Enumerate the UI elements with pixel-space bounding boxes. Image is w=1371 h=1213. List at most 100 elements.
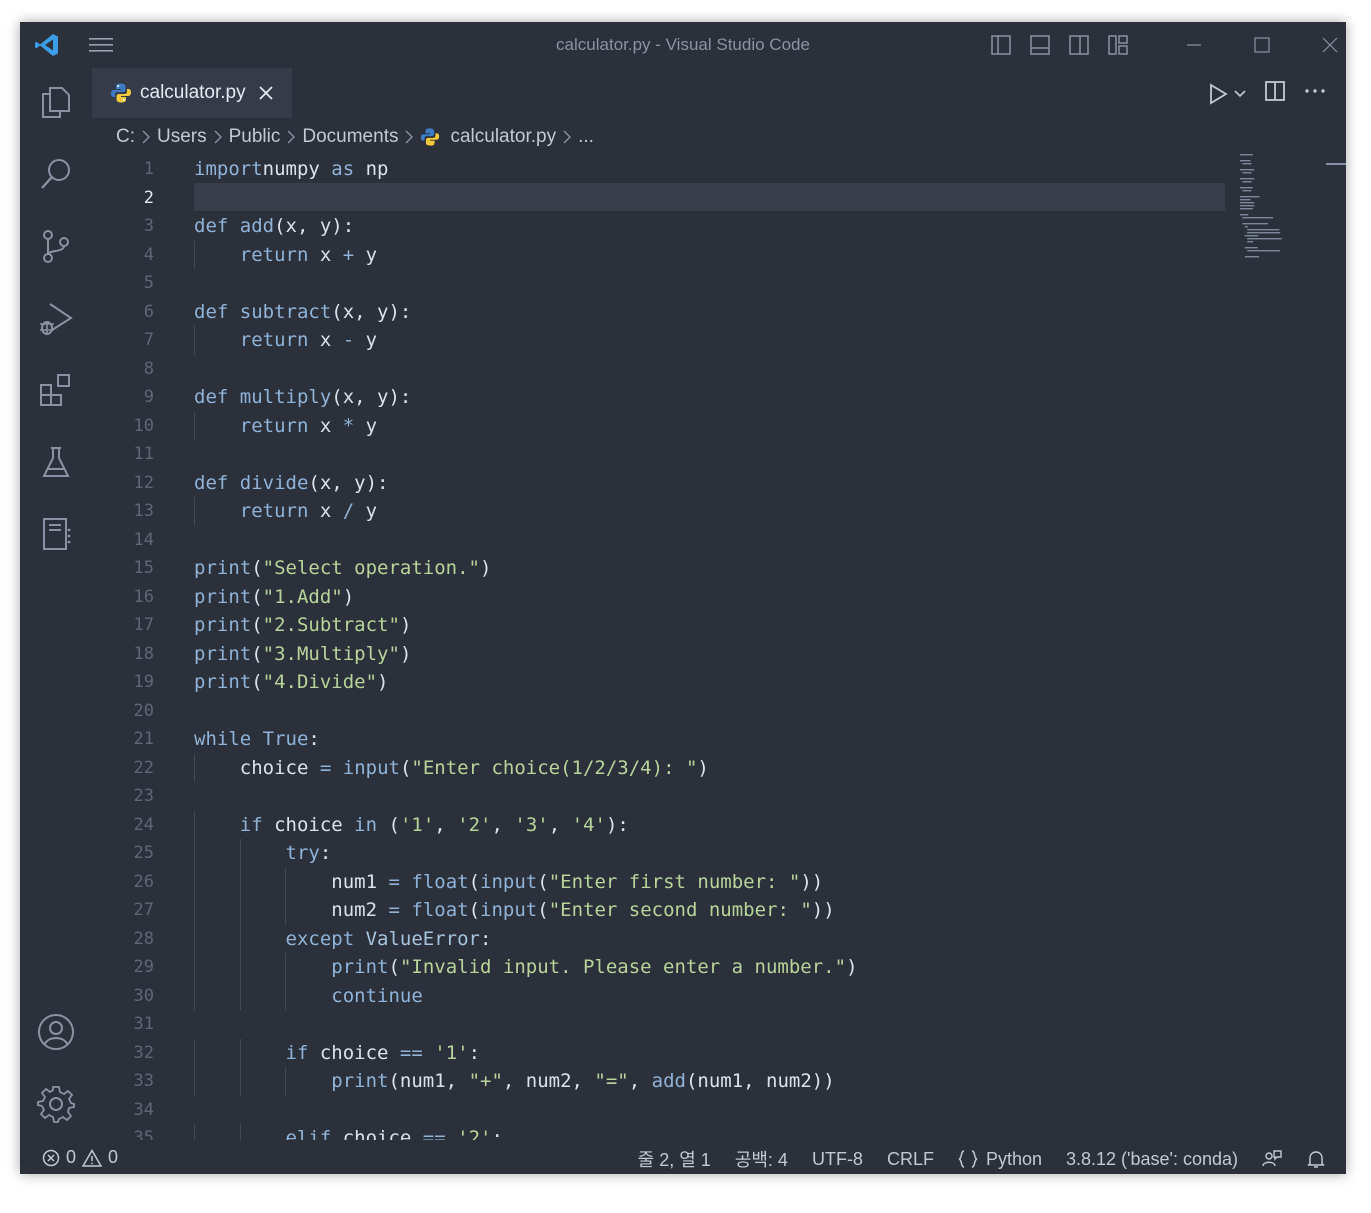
minimap-line <box>1242 223 1268 225</box>
line-ending[interactable]: CRLF <box>887 1149 934 1170</box>
code-text: if choice == '1': <box>285 1041 481 1064</box>
chevron-right-icon <box>563 130 572 144</box>
feedback-icon <box>1262 1150 1282 1167</box>
encoding[interactable]: UTF-8 <box>812 1149 863 1170</box>
code-line[interactable]: 32 if choice == '1': <box>92 1039 1346 1067</box>
code-editor[interactable]: 1 importnumpy as np 2 3 def add(x, y): 4 retu… <box>92 154 1346 1140</box>
breadcrumb-symbols[interactable]: ... <box>578 126 594 148</box>
split-editor-button[interactable] <box>1264 80 1286 107</box>
code-line[interactable]: 33 print(num1, "+", num2, "=", add(num1,… <box>92 1067 1346 1095</box>
code-line[interactable]: 25 try: <box>92 839 1346 867</box>
code-line[interactable]: 2 <box>92 182 1346 212</box>
maximize-button[interactable] <box>1228 32 1296 58</box>
python-interpreter[interactable]: 3.8.12 ('base': conda) <box>1066 1149 1238 1170</box>
customize-layout-icon[interactable] <box>1107 34 1129 56</box>
notebook-icon[interactable] <box>34 512 78 556</box>
toggle-primary-sidebar-icon[interactable] <box>990 34 1012 56</box>
breadcrumb-drive[interactable]: C: <box>116 126 135 148</box>
testing-icon[interactable] <box>34 440 78 484</box>
notifications-button[interactable] <box>1306 1149 1326 1169</box>
minimap[interactable] <box>1232 152 1312 262</box>
code-line[interactable]: 10 return x * y <box>92 412 1346 440</box>
minimap-line <box>1240 160 1251 162</box>
code-line[interactable]: 29 print("Invalid input. Please enter a … <box>92 953 1346 981</box>
minimap-line <box>1247 250 1281 252</box>
problems-indicator[interactable]: 0 0 <box>42 1147 118 1168</box>
code-line[interactable]: 8 <box>92 355 1346 383</box>
code-line[interactable]: 9 def multiply(x, y): <box>92 383 1346 411</box>
run-python-file-button[interactable] <box>1208 82 1246 105</box>
code-line[interactable]: 14 <box>92 526 1346 554</box>
code-line[interactable]: 23 <box>92 782 1346 810</box>
code-line[interactable]: 3 def add(x, y): <box>92 212 1346 240</box>
code-line[interactable]: 26 num1 = float(input("Enter first numbe… <box>92 868 1346 896</box>
search-icon[interactable] <box>34 152 78 196</box>
code-line[interactable]: 17 print("2.Subtract") <box>92 611 1346 639</box>
indentation[interactable]: 공백: 4 <box>735 1146 788 1172</box>
indent-guide <box>239 896 241 925</box>
toggle-secondary-sidebar-icon[interactable] <box>1068 34 1090 56</box>
code-line[interactable]: 35 elif choice == '2': <box>92 1124 1346 1140</box>
minimap-line <box>1247 241 1254 243</box>
settings-gear-icon[interactable] <box>34 1082 78 1126</box>
source-control-icon[interactable] <box>34 224 78 268</box>
code-line[interactable]: 34 <box>92 1096 1346 1124</box>
minimap-line <box>1240 187 1253 189</box>
code-text: continue <box>331 984 423 1007</box>
extensions-icon[interactable] <box>34 368 78 412</box>
breadcrumb-public[interactable]: Public <box>229 126 281 148</box>
code-line[interactable]: 20 <box>92 697 1346 725</box>
close-tab-icon[interactable] <box>258 85 274 101</box>
line-number: 4 <box>143 244 154 265</box>
line-number: 11 <box>133 444 154 464</box>
minimap-line <box>1247 232 1281 234</box>
code-line[interactable]: 30 continue <box>92 982 1346 1010</box>
feedback-button[interactable] <box>1262 1149 1282 1169</box>
chevron-down-icon[interactable] <box>1234 89 1246 99</box>
breadcrumb-documents[interactable]: Documents <box>302 126 398 148</box>
breadcrumb-users[interactable]: Users <box>157 126 207 148</box>
code-line[interactable]: 16 print("1.Add") <box>92 583 1346 611</box>
toggle-panel-icon[interactable] <box>1029 34 1051 56</box>
code-line[interactable]: 15 print("Select operation.") <box>92 554 1346 582</box>
line-number: 32 <box>133 1042 154 1063</box>
code-line[interactable]: 6 def subtract(x, y): <box>92 298 1346 326</box>
code-line[interactable]: 18 print("3.Multiply") <box>92 640 1346 668</box>
code-line[interactable]: 11 <box>92 440 1346 468</box>
code-line[interactable]: 12 def divide(x, y): <box>92 469 1346 497</box>
explorer-icon[interactable] <box>34 80 78 124</box>
breadcrumb-file[interactable]: calculator.py <box>450 126 556 148</box>
code-text: while True: <box>194 728 320 750</box>
code-line[interactable]: 4 return x + y <box>92 241 1346 269</box>
close-window-button[interactable] <box>1296 32 1346 58</box>
code-line[interactable]: 13 return x / y <box>92 497 1346 525</box>
language-mode[interactable]: Python <box>958 1149 1042 1170</box>
minimap-line <box>1240 202 1255 204</box>
code-text: print("Select operation.") <box>194 557 492 579</box>
more-actions-button[interactable] <box>1304 80 1326 107</box>
account-icon[interactable] <box>34 1010 78 1054</box>
code-line[interactable]: 19 print("4.Divide") <box>92 668 1346 696</box>
minimap-line <box>1242 172 1252 174</box>
line-number: 8 <box>143 358 154 379</box>
minimap-line <box>1240 196 1260 198</box>
code-text: importnumpy as np <box>194 158 389 180</box>
code-line[interactable]: 31 <box>92 1010 1346 1038</box>
cursor-position[interactable]: 줄 2, 열 1 <box>638 1146 711 1172</box>
minimize-button[interactable] <box>1160 32 1228 58</box>
run-debug-icon[interactable] <box>34 296 78 340</box>
code-line[interactable]: 5 <box>92 269 1346 297</box>
code-line[interactable]: 22 choice = input("Enter choice(1/2/3/4)… <box>92 754 1346 782</box>
tab-calculator-py[interactable]: calculator.py <box>92 68 292 118</box>
code-line[interactable]: 27 num2 = float(input("Enter second numb… <box>92 896 1346 924</box>
line-number: 18 <box>133 643 154 664</box>
code-line[interactable]: 1 importnumpy as np <box>92 155 1346 183</box>
code-line[interactable]: 24 if choice in ('1', '2', '3', '4'): <box>92 811 1346 839</box>
code-text: num1 = float(input("Enter first number: … <box>194 870 824 893</box>
chevron-right-icon <box>405 130 414 144</box>
code-line[interactable]: 28 except ValueError: <box>92 925 1346 953</box>
warning-count: 0 <box>108 1147 119 1167</box>
code-line[interactable]: 21 while True: <box>92 725 1346 753</box>
code-text: num2 = float(input("Enter second number:… <box>194 899 835 921</box>
code-line[interactable]: 7 return x - y <box>92 326 1346 354</box>
